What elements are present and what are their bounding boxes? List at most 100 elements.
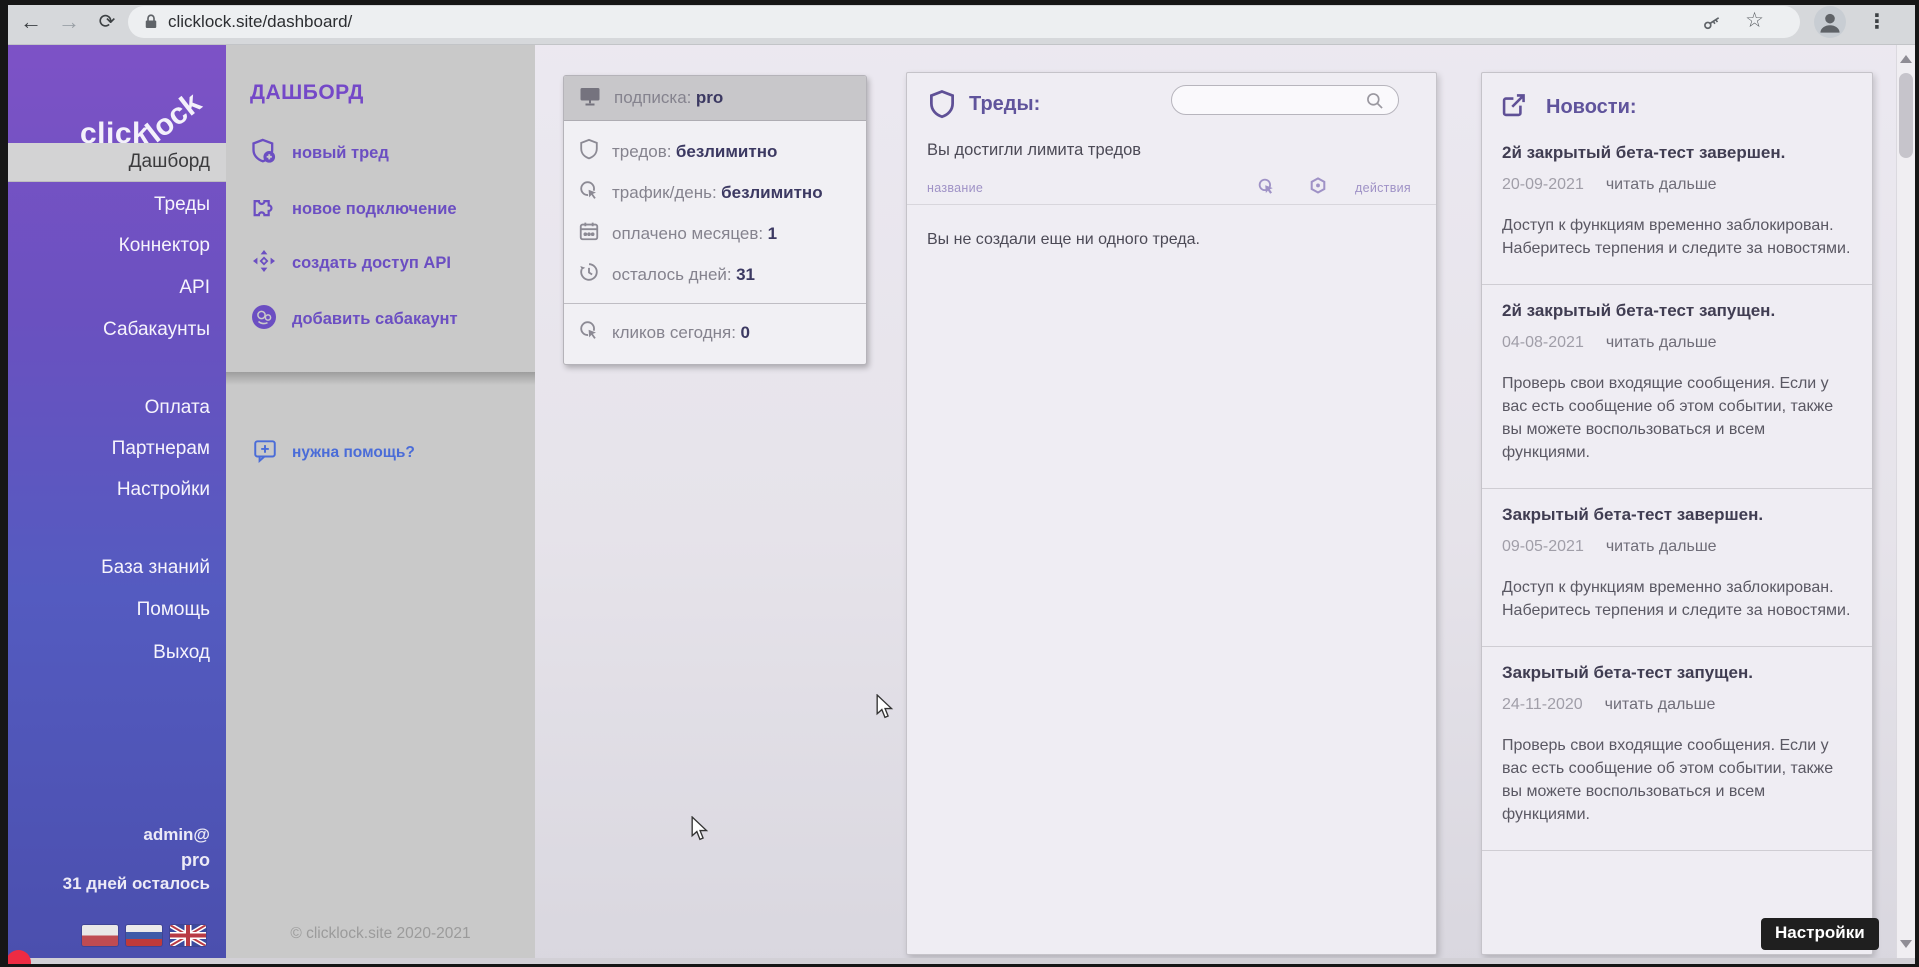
- news-item-title: Закрытый бета-тест запущен.: [1502, 663, 1852, 683]
- stat-row-traffic: трафик/день: безлимитно: [564, 172, 866, 213]
- new-thread-button[interactable]: новый тред: [250, 137, 389, 169]
- bookmark-star-icon[interactable]: ☆: [1745, 8, 1764, 33]
- news-item: Закрытый бета-тест запущен. 24-11-2020 чи…: [1482, 647, 1872, 851]
- page-title: ДАШБОРД: [250, 81, 364, 105]
- history-clock-icon: [578, 261, 600, 288]
- news-item-body: Доступ к функциям временно заблокирован.…: [1502, 214, 1852, 260]
- frame-edge: [0, 0, 1919, 5]
- stats-header-row: подписка: pro: [564, 76, 866, 121]
- read-more-link[interactable]: читать дальше: [1606, 538, 1717, 555]
- news-item-body: Доступ к функциям временно заблокирован.…: [1502, 576, 1852, 622]
- stat-row-paid-months: оплачено месяцев: 1: [564, 213, 866, 254]
- column-name-label: название: [927, 181, 983, 195]
- help-bubble-icon: [252, 437, 278, 468]
- stat-label: тредов:: [612, 142, 671, 161]
- need-help-link[interactable]: нужна помощь?: [252, 437, 415, 468]
- action-label: новое подключение: [292, 200, 457, 219]
- settings-tooltip: Настройки: [1761, 918, 1879, 950]
- sidebar-item-threads[interactable]: Треды: [0, 191, 226, 219]
- sidebar-item-subaccounts[interactable]: Сабакаунты: [0, 316, 226, 344]
- click-icon: [578, 179, 600, 206]
- stat-label: осталось дней:: [612, 265, 732, 284]
- sidebar-item-knowledge-base[interactable]: База знаний: [0, 554, 226, 582]
- scroll-down-arrow-icon[interactable]: [1900, 940, 1912, 948]
- panel-shadow-divider: [226, 372, 535, 385]
- stat-value: 1: [768, 224, 777, 243]
- new-connection-button[interactable]: новое подключение: [250, 193, 457, 225]
- threads-panel: Треды: Вы достигли лимита тредов названи…: [906, 72, 1437, 955]
- external-link-icon: [1500, 91, 1528, 124]
- thread-limit-message: Вы достигли лимита тредов: [927, 141, 1141, 160]
- vertical-scrollbar[interactable]: [1896, 45, 1915, 958]
- frame-edge: [1915, 0, 1919, 967]
- shield-icon: [927, 89, 957, 124]
- stat-row-threads: тредов: безлимитно: [564, 131, 866, 172]
- actions-panel: ДАШБОРД новый тред новое подключение соз…: [226, 45, 535, 958]
- logo-part-lock: lock: [140, 86, 208, 150]
- application-root: ← → ⟳ clicklock.site/dashboard/ ☆ ⋮ clic…: [0, 0, 1919, 967]
- url-text[interactable]: clicklock.site/dashboard/: [168, 12, 352, 32]
- action-label: новый тред: [292, 144, 389, 163]
- news-item-date: 24-11-2020: [1502, 696, 1583, 713]
- news-item: 2й закрытый бета-тест завершен. 20-09-20…: [1482, 127, 1872, 285]
- create-api-access-button[interactable]: создать доступ API: [250, 247, 451, 279]
- news-item: 2й закрытый бета-тест запущен. 04-08-202…: [1482, 285, 1872, 489]
- avatar[interactable]: [1814, 6, 1846, 38]
- calendar-icon: [578, 220, 600, 247]
- scrollbar-thumb[interactable]: [1899, 73, 1913, 158]
- back-icon[interactable]: ←: [16, 7, 46, 37]
- threads-table-header: название действия: [907, 173, 1436, 205]
- search-icon: [1365, 91, 1385, 116]
- forward-icon[interactable]: →: [54, 7, 84, 37]
- stat-value: безлимитно: [721, 183, 822, 202]
- reload-icon[interactable]: ⟳: [92, 7, 122, 37]
- read-more-link[interactable]: читать дальше: [1605, 696, 1716, 713]
- puzzle-icon: [250, 193, 278, 226]
- sidebar-item-logout[interactable]: Выход: [0, 639, 226, 667]
- stat-label: кликов сегодня:: [612, 323, 736, 342]
- read-more-link[interactable]: читать дальше: [1606, 334, 1717, 351]
- shield-plus-icon: [250, 137, 278, 170]
- scroll-up-arrow-icon[interactable]: [1900, 55, 1912, 63]
- shield-icon: [578, 138, 600, 165]
- threads-empty-message: Вы не создали еще ни одного треда.: [927, 231, 1200, 249]
- browser-menu-icon[interactable]: ⋮: [1862, 7, 1892, 37]
- need-help-label: нужна помощь?: [292, 444, 415, 462]
- sidebar-item-connector[interactable]: Коннектор: [0, 232, 226, 260]
- news-item-date: 04-08-2021: [1502, 334, 1584, 351]
- sidebar-item-settings[interactable]: Настройки: [0, 476, 226, 504]
- stat-value: 0: [740, 323, 749, 342]
- address-bar[interactable]: clicklock.site/dashboard/ ☆: [128, 6, 1800, 38]
- news-item-body: Проверь свои входящие сообщения. Если у …: [1502, 734, 1852, 826]
- add-subaccount-button[interactable]: добавить сабакаунт: [250, 303, 458, 335]
- mouse-cursor: [691, 816, 711, 843]
- news-panel: Новости: 2й закрытый бета-тест завершен.…: [1481, 72, 1873, 955]
- news-item-date: 09-05-2021: [1502, 538, 1584, 555]
- sidebar-item-payment[interactable]: Оплата: [0, 394, 226, 422]
- uk-flag[interactable]: [170, 925, 206, 946]
- sidebar-item-api[interactable]: API: [0, 274, 226, 302]
- monitor-icon: [578, 84, 602, 113]
- read-more-link[interactable]: читать дальше: [1606, 176, 1717, 193]
- column-actions-label: действия: [1355, 181, 1411, 195]
- sidebar-item-help[interactable]: Помощь: [0, 596, 226, 624]
- api-arrows-icon: [250, 247, 278, 280]
- lock-icon: [142, 13, 160, 36]
- user-plan: pro: [181, 850, 210, 871]
- news-item-title: 2й закрытый бета-тест запущен.: [1502, 301, 1852, 321]
- stat-label: оплачено месяцев:: [612, 224, 763, 243]
- sidebar-item-dashboard[interactable]: Дашборд: [0, 143, 226, 181]
- sidebar: click lock Дашборд Треды Коннектор API С…: [0, 45, 226, 958]
- key-icon[interactable]: [1702, 12, 1722, 37]
- poland-flag[interactable]: [82, 925, 118, 946]
- sidebar-item-partners[interactable]: Партнерам: [0, 435, 226, 463]
- russia-flag[interactable]: [126, 925, 162, 946]
- stat-label: подписка:: [614, 88, 691, 107]
- frame-edge: [0, 0, 8, 967]
- language-switcher: [82, 925, 206, 946]
- stat-row-clicks-today: кликов сегодня: 0: [564, 303, 866, 361]
- news-item-title: 2й закрытый бета-тест завершен.: [1502, 143, 1852, 163]
- stat-value: безлимитно: [676, 142, 777, 161]
- stat-row-days-left: осталось дней: 31: [564, 254, 866, 295]
- user-days-left: 31 дней осталось: [63, 874, 210, 894]
